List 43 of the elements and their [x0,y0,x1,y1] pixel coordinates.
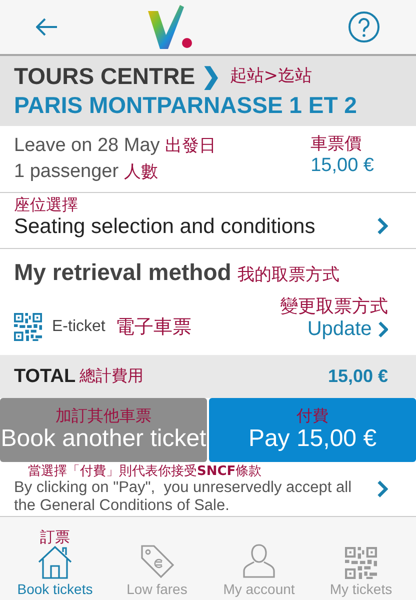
annotation: 電子車票 [115,315,192,340]
house-icon [37,545,73,579]
book-another-button[interactable]: 加訂其他車票 Book another ticket [0,398,207,462]
chevron-icon [378,321,388,338]
destination-station: PARIS MONTPARNASSE 1 ET 2 [14,92,357,118]
passenger-count: 1 passenger [14,161,119,182]
ticket-type: E-ticket [52,318,106,336]
annotation: 人數 [124,162,158,182]
ticket-price: 15,00 € [310,155,374,177]
person-icon [242,543,276,579]
back-arrow-icon[interactable] [36,18,58,36]
annotation: 座位選擇 [14,196,79,214]
tab[interactable]: My account [223,581,295,597]
tab[interactable]: Low fares [126,581,188,597]
qr-code-icon [14,313,42,341]
annotation: 我的取票方式 [237,264,340,286]
help-icon[interactable] [348,11,380,43]
tab[interactable]: My tickets [330,581,392,597]
annotation: 當選擇「付費」則代表你接受SNCF條款 [28,464,263,478]
annotation: 總計費用 [80,366,144,387]
departure-date: Leave on 28 May [14,135,160,156]
annotation: 變更取票方式 [280,295,388,318]
price-tag-icon [139,543,175,579]
annotation: 起站>迄站 [230,65,312,88]
pay-button[interactable]: 付費 Pay 15,00 € [209,398,416,462]
update-link[interactable]: Update [307,318,388,341]
qr-code-icon [345,547,377,579]
route-separator: ❯ [201,63,220,89]
annotation: 車票價 [310,133,362,155]
annotation: 出發日 [165,136,216,156]
chevron-icon [377,480,388,498]
origin-station: TOURS CENTRE [14,63,196,89]
seating-link[interactable]: Seating selection and conditions [14,214,316,240]
total-amount: 15,00 € [328,366,388,387]
tab[interactable]: Book tickets [17,581,93,597]
terms-text: By clicking on "Pay", you unreservedly accept all the General Conditions of Sale. [14,478,353,514]
chevron-icon [377,217,388,235]
annotation: 加訂其他車票 [56,407,152,425]
section-title: My retrieval method [14,259,232,286]
app-logo [148,5,194,49]
annotation: 付費 [296,407,328,425]
total-label: TOTAL [14,366,76,388]
annotation: 訂票 [40,530,70,545]
